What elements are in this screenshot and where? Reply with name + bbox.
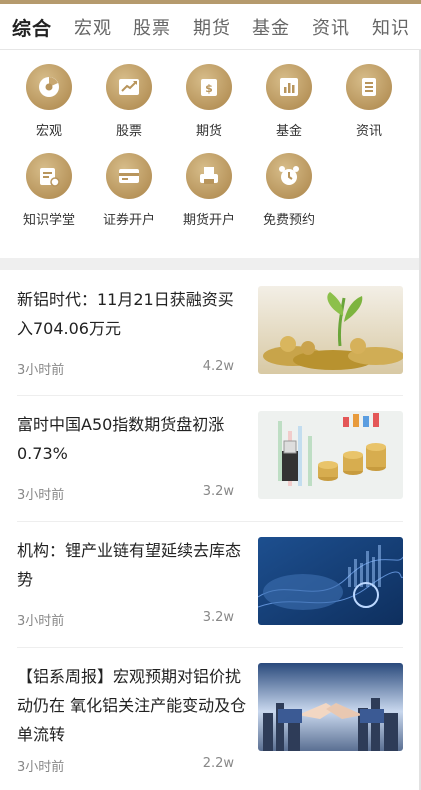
grid-item-funds[interactable]: 基金 — [249, 64, 329, 139]
learning-icon — [26, 153, 72, 199]
tab-news[interactable]: 资讯 — [312, 14, 350, 40]
grid-item-stocks[interactable]: 股票 — [89, 64, 169, 139]
article-title[interactable]: 【铝系周报】宏观预期对铝价扰动仍在 氧化铝关注产能变动及仓单流转 — [17, 662, 247, 749]
article-title[interactable]: 富时中国A50指数期货盘初涨0.73% — [17, 410, 247, 468]
grid-item-label: 资讯 — [355, 124, 382, 139]
list-item[interactable]: 机构：锂产业链有望延续去库态势 3小时前 3.2w — [0, 522, 421, 647]
svg-text:$: $ — [205, 82, 213, 95]
grid-item-futures-account[interactable]: 期货开户 — [169, 153, 249, 228]
bar-chart-icon — [266, 64, 312, 110]
handshake-city-image[interactable] — [258, 663, 403, 751]
list-item[interactable]: 【铝系周报】宏观预期对铝价扰动仍在 氧化铝关注产能变动及仓单流转 3小时前 2.… — [0, 648, 421, 790]
article-time: 3小时前 — [17, 760, 65, 775]
grid-item-securities-account[interactable]: 证券开户 — [89, 153, 169, 228]
grid-item-label: 知识学堂 — [22, 213, 75, 228]
alarm-clock-icon — [266, 153, 312, 199]
article-views: 3.2w — [202, 484, 234, 499]
tab-funds[interactable]: 基金 — [252, 14, 290, 40]
grid-item-learning[interactable]: 知识学堂 — [9, 153, 89, 228]
tab-stocks[interactable]: 股票 — [133, 14, 171, 40]
article-views: 2.2w — [202, 756, 234, 771]
grid-item-label: 基金 — [275, 124, 302, 139]
grid-item-label: 期货开户 — [182, 213, 235, 228]
document-icon — [346, 64, 392, 110]
coins-chart-image[interactable] — [258, 411, 403, 499]
tab-knowledge[interactable]: 知识 — [372, 14, 410, 40]
list-item[interactable]: 新铝时代：11月21日获融资买入704.06万元 3小时前 4.2w — [0, 270, 421, 395]
article-views: 4.2w — [202, 359, 234, 374]
plant-coins-image[interactable] — [258, 286, 403, 374]
banknotes-chart-image[interactable] — [258, 537, 403, 625]
grid-item-label: 证券开户 — [102, 213, 155, 228]
trend-chart-icon — [106, 64, 152, 110]
article-views: 3.2w — [202, 610, 234, 625]
grid-item-label: 股票 — [115, 124, 142, 139]
news-feed: 新铝时代：11月21日获融资买入704.06万元 3小时前 4.2w 富时中国A… — [0, 270, 421, 790]
list-item[interactable]: 富时中国A50指数期货盘初涨0.73% 3小时前 3.2w — [0, 396, 421, 521]
quick-entry-grid: 宏观 股票 $ 期货 基金 资讯 知识学堂 证券开户 期货开户 免费预约 — [0, 50, 421, 258]
article-title[interactable]: 机构：锂产业链有望延续去库态势 — [17, 536, 247, 594]
article-title[interactable]: 新铝时代：11月21日获融资买入704.06万元 — [17, 285, 247, 343]
tab-macro[interactable]: 宏观 — [74, 14, 112, 40]
card-icon — [106, 153, 152, 199]
article-time: 3小时前 — [17, 488, 65, 503]
grid-item-free-booking[interactable]: 免费预约 — [249, 153, 329, 228]
article-time: 3小时前 — [17, 614, 65, 629]
money-bag-icon: $ — [186, 64, 232, 110]
category-tabs: 综合 宏观 股票 期货 基金 资讯 知识 — [0, 4, 421, 50]
tab-futures[interactable]: 期货 — [193, 14, 231, 40]
grid-item-futures[interactable]: $ 期货 — [169, 64, 249, 139]
article-time: 3小时前 — [17, 363, 65, 378]
printer-icon — [186, 153, 232, 199]
grid-item-label: 宏观 — [35, 124, 62, 139]
tab-comprehensive[interactable]: 综合 — [12, 14, 52, 41]
grid-item-label: 免费预约 — [262, 213, 315, 228]
chart-disc-icon — [26, 64, 72, 110]
grid-item-news[interactable]: 资讯 — [329, 64, 409, 139]
grid-item-label: 期货 — [195, 124, 222, 139]
grid-item-macro[interactable]: 宏观 — [9, 64, 89, 139]
section-divider — [0, 258, 421, 270]
